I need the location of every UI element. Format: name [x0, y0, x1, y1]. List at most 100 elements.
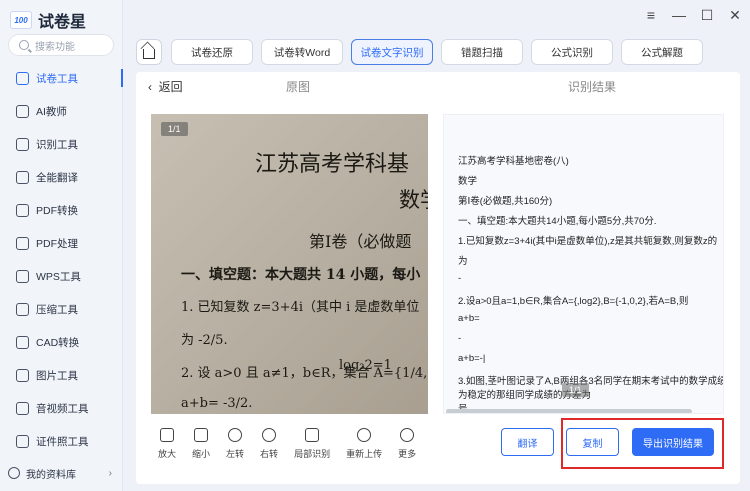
sidebar-item-label: WPS工具 — [36, 271, 81, 283]
sidebar-item-label: PDF转换 — [36, 205, 78, 217]
photo-text-line: 为 -2/5. — [181, 333, 228, 348]
rotate-right-button[interactable]: 右转 — [260, 428, 278, 460]
result-line: 数学 — [458, 176, 478, 187]
pdf-process-icon — [16, 237, 29, 250]
tab-formula-solve[interactable]: 公式解题 — [621, 39, 703, 65]
compress-icon — [16, 303, 29, 316]
sidebar-item-label: 图片工具 — [36, 370, 78, 382]
zoom-out-icon — [194, 428, 209, 442]
back-label: 返回 — [158, 80, 183, 94]
minimize-icon[interactable]: — — [672, 8, 686, 22]
image-icon — [16, 369, 29, 382]
reupload-button[interactable]: 重新上传 — [346, 428, 382, 460]
result-header: 识别结果 — [568, 80, 617, 94]
tool-label: 左转 — [226, 449, 245, 459]
tab-exam-to-word[interactable]: 试卷转Word — [261, 39, 343, 65]
result-line: 3.如图,茎叶图记录了A,B两组各3名同学在期末考试中的数学成绩 — [458, 376, 724, 387]
pdf-convert-icon — [16, 204, 29, 217]
app-title: 试卷星 — [38, 14, 87, 31]
image-toolbar: 放大 缩小 左转 右转 局部识别 重新上传 更多 — [158, 428, 416, 460]
sidebar-item-recognition[interactable]: 识别工具 — [0, 128, 123, 161]
highlight-box — [561, 418, 724, 469]
library-icon — [8, 467, 20, 479]
sidebar-item-label: 音视频工具 — [36, 403, 89, 415]
zoom-in-button[interactable]: 放大 — [158, 428, 176, 460]
original-image-panel: 江苏高考学科基 数学 第Ⅰ卷（必做题 一、填空题：本大题共 14 小题，每小 1… — [151, 114, 428, 414]
translate-icon — [16, 171, 29, 184]
tab-wrong-question-scan[interactable]: 错题扫描 — [441, 39, 523, 65]
original-image-header: 原图 — [286, 80, 311, 94]
sidebar-item-wps[interactable]: WPS工具 — [0, 260, 123, 293]
sidebar-item-compress[interactable]: 压缩工具 — [0, 293, 123, 326]
horizontal-scrollbar[interactable] — [446, 409, 692, 413]
sidebar-item-label: CAD转换 — [36, 337, 80, 349]
result-line: 江苏高考学科基地密卷(八) — [458, 156, 569, 167]
more-button[interactable]: 更多 — [398, 428, 416, 460]
chevron-right-icon: › — [108, 467, 112, 479]
result-line: a+b=-| — [458, 353, 486, 364]
partial-recognition-button[interactable]: 局部识别 — [294, 428, 330, 460]
sidebar-item-media[interactable]: 音视频工具 — [0, 392, 123, 425]
back-button[interactable]: ‹ 返回 — [148, 78, 183, 95]
tool-label: 局部识别 — [294, 449, 331, 459]
sidebar-item-label: 全能翻译 — [36, 172, 78, 184]
id-photo-icon — [16, 435, 29, 448]
sidebar-item-translate[interactable]: 全能翻译 — [0, 161, 123, 194]
tool-label: 缩小 — [192, 449, 211, 459]
tab-formula-recognition[interactable]: 公式识别 — [531, 39, 613, 65]
rotate-left-icon — [228, 428, 243, 442]
home-button[interactable] — [136, 39, 162, 65]
result-text-panel[interactable]: 江苏高考学科基地密卷(八) 数学 第Ⅰ卷(必做题,共160分) 一、填空题:本大… — [443, 114, 724, 414]
photo-text-line: 数学 — [399, 188, 428, 212]
cad-icon — [16, 336, 29, 349]
tab-exam-ocr[interactable]: 试卷文字识别 — [351, 39, 433, 65]
sidebar-item-pdf-convert[interactable]: PDF转换 — [0, 194, 123, 227]
maximize-icon[interactable]: ☐ — [700, 8, 714, 22]
result-line: a+b= — [458, 313, 480, 324]
tab-exam-restore[interactable]: 试卷还原 — [171, 39, 253, 65]
image-page-indicator: 1/1 — [161, 122, 188, 136]
sidebar-item-label: AI教师 — [36, 106, 67, 118]
photo-text-line: 第Ⅰ卷（必做题 — [309, 232, 412, 251]
photo-text-line: a+b= -3/2. — [181, 396, 253, 411]
sidebar-nav: 试卷工具 AI教师 识别工具 全能翻译 PDF转换 PDF处理 WPS工具 压缩… — [0, 62, 123, 458]
tool-label: 重新上传 — [346, 449, 383, 459]
search-icon — [19, 40, 29, 50]
sidebar: 100 试卷星 搜索功能 试卷工具 AI教师 识别工具 全能翻译 PDF转换 P… — [0, 0, 123, 491]
zoom-out-button[interactable]: 缩小 — [192, 428, 210, 460]
sidebar-item-ai-teacher[interactable]: AI教师 — [0, 95, 123, 128]
more-icon — [400, 428, 415, 442]
menu-icon[interactable]: ≡ — [644, 8, 658, 22]
sidebar-item-cad[interactable]: CAD转换 — [0, 326, 123, 359]
search-placeholder: 搜索功能 — [35, 41, 75, 53]
tool-label: 放大 — [158, 449, 177, 459]
rotate-left-button[interactable]: 左转 — [226, 428, 244, 460]
crop-icon — [305, 428, 320, 442]
sidebar-item-id-photo[interactable]: 证件照工具 — [0, 425, 123, 458]
home-icon — [143, 49, 155, 59]
media-icon — [16, 402, 29, 415]
sidebar-item-label: 压缩工具 — [36, 304, 78, 316]
zoom-in-icon — [160, 428, 174, 442]
my-library-button[interactable]: 我的资料库 › — [8, 462, 116, 484]
layers-icon — [16, 72, 29, 85]
function-tabs: 试卷还原 试卷转Word 试卷文字识别 错题扫描 公式识别 公式解题 — [171, 39, 703, 65]
photo-text-line: 1. 已知复数 z=3+4i（其中 i 是虚数单位 — [181, 300, 420, 315]
result-line: - — [458, 333, 462, 344]
translate-button[interactable]: 翻译 — [501, 428, 554, 456]
scan-icon — [16, 138, 29, 151]
sidebar-item-label: PDF处理 — [36, 238, 78, 250]
result-line: 第Ⅰ卷(必做题,共160分) — [458, 196, 553, 207]
result-line: 一、填空题:本大题共14小题,每小题5分,共70分. — [458, 216, 657, 227]
photo-text-line: log₂2=1 — [339, 358, 392, 373]
logo-badge: 100 — [10, 11, 32, 29]
sidebar-item-image[interactable]: 图片工具 — [0, 359, 123, 392]
sidebar-item-pdf-process[interactable]: PDF处理 — [0, 227, 123, 260]
photo-text-line: 江苏高考学科基 — [255, 152, 410, 177]
sidebar-item-label: 识别工具 — [36, 139, 78, 151]
close-icon[interactable]: ✕ — [728, 8, 742, 22]
sidebar-item-exam-tools[interactable]: 试卷工具 — [0, 62, 123, 95]
reupload-icon — [357, 428, 372, 442]
result-line: - — [458, 273, 462, 284]
search-input[interactable]: 搜索功能 — [8, 34, 114, 56]
